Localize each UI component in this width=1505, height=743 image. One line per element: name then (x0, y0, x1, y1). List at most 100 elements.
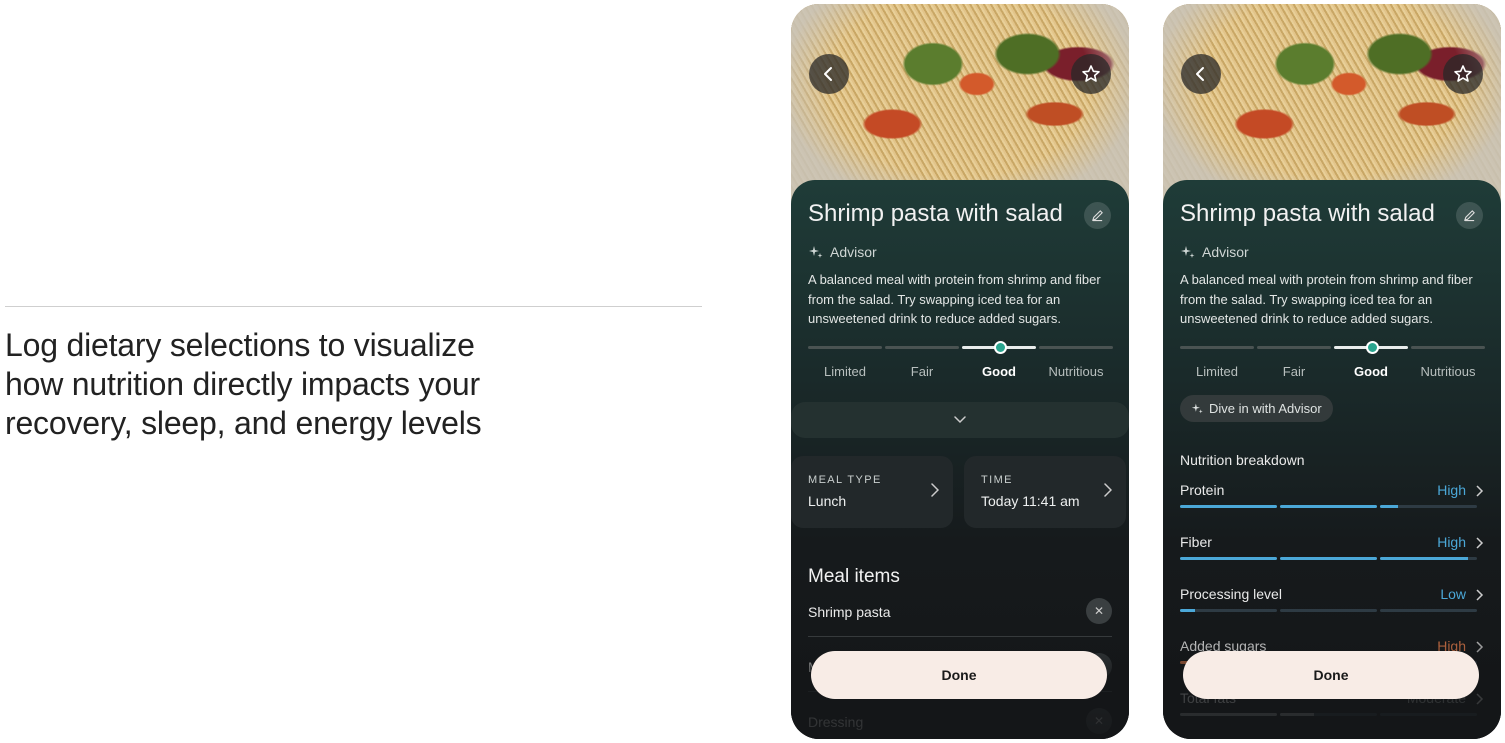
scale-marker (994, 341, 1007, 354)
chevron-right-icon (1476, 485, 1484, 497)
nutrient-bar-segment (1180, 609, 1277, 612)
advisor-description: A balanced meal with protein from shrimp… (1180, 272, 1473, 326)
nutrient-bar-segment (1380, 557, 1477, 560)
nutrient-bar-segment (1380, 609, 1477, 612)
scale-label-nutritious: Nutritious (1048, 364, 1104, 379)
edit-title-button[interactable] (1456, 202, 1483, 229)
scale-label-fair: Fair (1282, 364, 1306, 379)
advisor-label: Advisor (1202, 244, 1249, 260)
remove-item-button[interactable]: ✕ (1086, 598, 1112, 624)
caption-line-1: Log dietary selections to visualize (5, 327, 475, 363)
dive-in-label: Dive in with Advisor (1209, 401, 1322, 416)
caption-line-3: recovery, sleep, and energy levels (5, 405, 482, 441)
expand-advisor-button[interactable] (791, 402, 1129, 438)
meal-type-value: Lunch (808, 493, 847, 509)
nutrient-bar-segment (1280, 713, 1377, 716)
scale-label-fair: Fair (910, 364, 934, 379)
nutrient-name: Protein (1180, 482, 1225, 498)
chevron-left-icon (824, 67, 832, 81)
list-item: Dressing ✕ (808, 702, 1112, 739)
caption-line-2: how nutrition directly impacts your (5, 366, 480, 402)
nutrient-bar-segment (1380, 713, 1477, 716)
scale-segment-nutritious (1039, 346, 1113, 349)
nutrient-level: High (1437, 534, 1466, 550)
marketing-caption: Log dietary selections to visualize how … (5, 326, 565, 443)
meal-item-name: Dressing (808, 714, 864, 730)
chevron-down-icon (954, 416, 966, 424)
divider-line (5, 306, 702, 307)
nutrient-name: Fiber (1180, 534, 1212, 550)
dive-in-advisor-button[interactable]: Dive in with Advisor (1180, 395, 1333, 422)
advisor-label: Advisor (830, 244, 877, 260)
nutrient-bar-segment (1180, 557, 1277, 560)
nutrient-level: Low (1440, 586, 1466, 602)
chevron-right-icon (931, 483, 939, 497)
meal-title: Shrimp pasta with salad (808, 200, 1063, 227)
scale-segment-limited (1180, 346, 1254, 349)
favorite-button[interactable] (1443, 54, 1483, 94)
pencil-icon (1091, 210, 1103, 222)
meal-photo (1163, 4, 1501, 204)
done-button[interactable]: Done (811, 651, 1107, 699)
advisor-description: A balanced meal with protein from shrimp… (808, 272, 1101, 326)
scale-label-good: Good (1354, 364, 1388, 379)
pencil-icon (1463, 210, 1475, 222)
scale-label-limited: Limited (824, 364, 866, 379)
close-icon: ✕ (1093, 604, 1105, 618)
scale-label-nutritious: Nutritious (1420, 364, 1476, 379)
meal-title: Shrimp pasta with salad (1180, 200, 1435, 227)
scale-marker (1366, 341, 1379, 354)
nutrient-bar-segment (1180, 505, 1277, 508)
scale-label-limited: Limited (1196, 364, 1238, 379)
favorite-button[interactable] (1071, 54, 1111, 94)
sparkle-icon (809, 246, 823, 258)
nutrient-bar-segment (1380, 505, 1477, 508)
star-icon (1082, 65, 1100, 82)
phone-screen-meal-items: Shrimp pasta with salad Advisor A balanc… (791, 4, 1129, 739)
time-label: TIME (981, 474, 1013, 486)
chevron-right-icon (1104, 483, 1112, 497)
list-item: Shrimp pasta ✕ (808, 592, 1112, 637)
time-value: Today 11:41 am (981, 493, 1080, 509)
nutrient-row[interactable]: Fiber High (1180, 534, 1484, 574)
meal-items-heading: Meal items (808, 566, 900, 587)
scale-label-good: Good (982, 364, 1016, 379)
nutrient-row[interactable]: Processing level Low (1180, 586, 1484, 626)
back-button[interactable] (809, 54, 849, 94)
nutrient-name: Processing level (1180, 586, 1282, 602)
nutrient-bar-segment (1280, 557, 1377, 560)
nutrient-row[interactable]: Protein High (1180, 482, 1484, 522)
chevron-right-icon (1476, 537, 1484, 549)
advisor-heading: Advisor (1180, 244, 1249, 260)
chevron-right-icon (1476, 641, 1484, 653)
close-icon: ✕ (1093, 714, 1105, 728)
meal-item-name: Shrimp pasta (808, 604, 891, 620)
meal-type-label: MEAL TYPE (808, 474, 882, 486)
sparkle-icon (1181, 246, 1195, 258)
phone-screen-nutrition-breakdown: Shrimp pasta with salad Advisor A balanc… (1163, 4, 1501, 739)
edit-title-button[interactable] (1084, 202, 1111, 229)
nutrition-breakdown-heading: Nutrition breakdown (1180, 452, 1305, 468)
scale-segment-nutritious (1411, 346, 1485, 349)
nutrition-rating-scale[interactable]: Limited Fair Good Nutritious (1180, 341, 1485, 386)
meal-type-card[interactable]: MEAL TYPE Lunch (791, 456, 953, 528)
nutrient-level: High (1437, 482, 1466, 498)
star-icon (1454, 65, 1472, 82)
done-button[interactable]: Done (1183, 651, 1479, 699)
nutrient-bar-segment (1280, 505, 1377, 508)
remove-item-button[interactable]: ✕ (1086, 708, 1112, 734)
chevron-left-icon (1196, 67, 1204, 81)
scale-segment-fair (1257, 346, 1331, 349)
meal-photo (791, 4, 1129, 204)
advisor-heading: Advisor (808, 244, 877, 260)
chevron-right-icon (1476, 589, 1484, 601)
time-card[interactable]: TIME Today 11:41 am (964, 456, 1126, 528)
nutrient-bar-segment (1180, 713, 1277, 716)
scale-segment-limited (808, 346, 882, 349)
nutrient-bar-segment (1280, 609, 1377, 612)
scale-segment-fair (885, 346, 959, 349)
nutrition-rating-scale[interactable]: Limited Fair Good Nutritious (808, 341, 1113, 386)
back-button[interactable] (1181, 54, 1221, 94)
sparkle-icon (1191, 403, 1203, 414)
chevron-right-icon (1476, 693, 1484, 705)
